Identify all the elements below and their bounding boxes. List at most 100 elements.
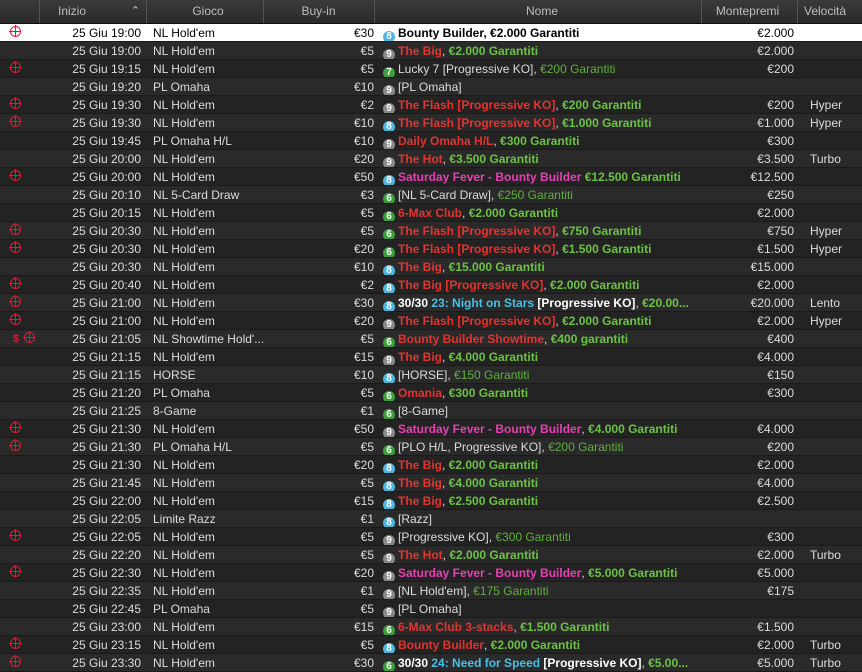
table-size-badge-icon: 8 xyxy=(383,481,395,491)
row-icon-cell xyxy=(0,582,40,599)
start-time: 25 Giu 20:30 xyxy=(72,260,141,274)
table-size-badge-icon: 9 xyxy=(383,355,395,365)
table-row[interactable]: 25 Giu 22:05 NL Hold'em €5 9 [Progressive KO… xyxy=(0,528,862,546)
table-row[interactable]: 25 Giu 20:30 NL Hold'em €20 6 The Flash [Pro… xyxy=(0,240,862,258)
table-row[interactable]: 25 Giu 21:15 NL Hold'em €15 9 The Big, €4.00… xyxy=(0,348,862,366)
table-size-badge-icon: 6 xyxy=(383,211,395,221)
prize-pool: €4.000 xyxy=(757,476,794,490)
prize-pool: €200 xyxy=(767,98,794,112)
table-size-badge-icon: 6 xyxy=(383,391,395,401)
row-icon-cell xyxy=(0,402,40,419)
prize-pool xyxy=(702,402,798,419)
game-type: NL Hold'em xyxy=(153,26,215,40)
tournament-name: 6 Bounty Builder Showtime, €400 garantiti xyxy=(375,330,702,347)
game-type: NL Hold'em xyxy=(153,476,215,490)
row-icon-cell xyxy=(0,240,40,257)
buyin-amount: €5 xyxy=(360,638,374,652)
table-row[interactable]: 25 Giu 20:30 NL Hold'em €10 8 The Big, €15.0… xyxy=(0,258,862,276)
start-time: 25 Giu 21:20 xyxy=(72,386,141,400)
table-row[interactable]: 25 Giu 21:25 8-Game €1 6 [8-Game] xyxy=(0,402,862,420)
start-time: 25 Giu 23:15 xyxy=(72,638,141,652)
tournament-name-part: €200 Garantiti xyxy=(562,98,642,112)
prize-pool: €5.000 xyxy=(757,656,794,670)
header-prize[interactable]: Montepremi xyxy=(702,0,798,23)
table-row[interactable]: 25 Giu 19:30 NL Hold'em €10 8 The Flash [Pro… xyxy=(0,114,862,132)
tournament-name-part: The Big xyxy=(398,260,442,274)
table-row[interactable]: 25 Giu 19:45 PL Omaha H/L €10 9 Daily Omaha … xyxy=(0,132,862,150)
table-row[interactable]: 25 Giu 22:45 PL Omaha €5 9 [PL Omaha] xyxy=(0,600,862,618)
speed-label: Hyper xyxy=(810,98,843,112)
tournament-name-part: , xyxy=(442,260,449,274)
table-row[interactable]: 25 Giu 22:30 NL Hold'em €20 9 Saturday Fever… xyxy=(0,564,862,582)
start-time: 25 Giu 21:30 xyxy=(72,440,141,454)
table-size-badge-icon: 9 xyxy=(383,49,395,59)
start-time: 25 Giu 21:00 xyxy=(72,296,141,310)
table-row[interactable]: 25 Giu 23:30 NL Hold'em €30 6 30/30 24: Need… xyxy=(0,654,862,672)
table-row[interactable]: 25 Giu 19:15 NL Hold'em €5 7 Lucky 7 [Progre… xyxy=(0,60,862,78)
table-row[interactable]: 25 Giu 21:00 NL Hold'em €30 8 30/30 23: Nigh… xyxy=(0,294,862,312)
tournament-name-part: €300 Garantiti xyxy=(495,530,571,544)
bounty-target-icon xyxy=(9,241,21,253)
table-row[interactable]: 25 Giu 23:15 NL Hold'em €5 8 Bounty Builder,… xyxy=(0,636,862,654)
table-row[interactable]: 25 Giu 19:00 NL Hold'em €5 9 The Big, €2.000… xyxy=(0,42,862,60)
bounty-target-icon xyxy=(23,331,35,343)
table-row[interactable]: 25 Giu 19:30 NL Hold'em €2 9 The Flash [Prog… xyxy=(0,96,862,114)
buyin-amount: €5 xyxy=(360,332,374,346)
prize-pool: €300 xyxy=(767,530,794,544)
table-row[interactable]: 25 Giu 21:00 NL Hold'em €20 9 The Flash [Pro… xyxy=(0,312,862,330)
table-row[interactable]: 25 Giu 20:00 NL Hold'em €20 9 The Hot, €3.50… xyxy=(0,150,862,168)
tournament-name-part: €2.000 Garantiti xyxy=(490,26,580,40)
table-row[interactable]: 25 Giu 22:35 NL Hold'em €1 9 [NL Hold'em], €… xyxy=(0,582,862,600)
start-time: 25 Giu 19:30 xyxy=(72,116,141,130)
header-name[interactable]: Nome xyxy=(375,0,702,23)
table-row[interactable]: 25 Giu 19:20 PL Omaha €10 9 [PL Omaha] xyxy=(0,78,862,96)
header-buyin[interactable]: Buy-in xyxy=(264,0,375,23)
table-row[interactable]: 25 Giu 20:40 NL Hold'em €2 8 The Big [Progre… xyxy=(0,276,862,294)
table-row[interactable]: 25 Giu 21:30 NL Hold'em €20 8 The Big, €2.00… xyxy=(0,456,862,474)
table-row[interactable]: 25 Giu 20:00 NL Hold'em €50 8 Saturday Fever… xyxy=(0,168,862,186)
tournament-name: 9 The Hot, €3.500 Garantiti xyxy=(375,150,702,167)
buyin-amount: €3 xyxy=(360,188,374,202)
header-start[interactable]: Inizio ⌃ xyxy=(40,0,147,23)
table-row[interactable]: 25 Giu 21:15 HORSE €10 8 [HORSE], €150 Garan… xyxy=(0,366,862,384)
header-icon-column[interactable] xyxy=(0,0,40,23)
table-row[interactable]: 25 Giu 23:00 NL Hold'em €15 6 6-Max Club 3-s… xyxy=(0,618,862,636)
speed-label xyxy=(798,60,862,77)
table-row[interactable]: 25 Giu 21:30 PL Omaha H/L €5 6 [PLO H/L, Pro… xyxy=(0,438,862,456)
tournament-name-part: Bounty Builder Showtime xyxy=(398,332,545,346)
table-row[interactable]: 25 Giu 19:00 NL Hold'em €30 8 Bounty Builder… xyxy=(0,24,862,42)
table-row[interactable]: 25 Giu 22:05 Limite Razz €1 8 [Razz] xyxy=(0,510,862,528)
tournament-name-part: €5.000 Garantiti xyxy=(588,566,678,580)
table-size-badge-icon: 8 xyxy=(383,121,395,131)
tournament-name-part: , xyxy=(442,458,449,472)
game-type: NL Hold'em xyxy=(153,44,215,58)
table-row[interactable]: $25 Giu 21:05 NL Showtime Hold'... €5 6 Boun… xyxy=(0,330,862,348)
header-speed[interactable]: Velocità xyxy=(798,0,862,23)
table-row[interactable]: 25 Giu 21:20 PL Omaha €5 6 Omania, €300 Gara… xyxy=(0,384,862,402)
tournament-name: 8 [Razz] xyxy=(375,510,702,527)
header-game[interactable]: Gioco xyxy=(147,0,264,23)
buyin-amount: €10 xyxy=(353,368,374,382)
row-icon-cell: $ xyxy=(0,330,40,347)
table-row[interactable]: 25 Giu 22:20 NL Hold'em €5 9 The Hot, €2.000… xyxy=(0,546,862,564)
table-row[interactable]: 25 Giu 21:30 NL Hold'em €50 9 Saturday Fever… xyxy=(0,420,862,438)
start-time: 25 Giu 19:00 xyxy=(72,26,141,40)
row-icon-cell xyxy=(0,24,40,41)
table-row[interactable]: 25 Giu 20:10 NL 5-Card Draw €3 6 [NL 5-Card … xyxy=(0,186,862,204)
prize-pool: €3.500 xyxy=(757,152,794,166)
start-time: 25 Giu 21:25 xyxy=(72,404,141,418)
buyin-amount: €10 xyxy=(353,260,374,274)
game-type: NL Hold'em xyxy=(153,458,215,472)
game-type: NL Hold'em xyxy=(153,620,215,634)
table-size-badge-icon: 6 xyxy=(383,337,395,347)
buyin-amount: €30 xyxy=(353,296,374,310)
start-time: 25 Giu 21:30 xyxy=(72,422,141,436)
tournament-name: 9 The Big, €4.000 Garantiti xyxy=(375,348,702,365)
buyin-amount: €20 xyxy=(353,242,374,256)
table-row[interactable]: 25 Giu 21:45 NL Hold'em €5 8 The Big, €4.000… xyxy=(0,474,862,492)
table-row[interactable]: 25 Giu 22:00 NL Hold'em €15 8 The Big, €2.50… xyxy=(0,492,862,510)
table-row[interactable]: 25 Giu 20:30 NL Hold'em €5 6 The Flash [Prog… xyxy=(0,222,862,240)
tournament-name: 8 30/30 23: Night on Stars [Progressive K… xyxy=(375,294,702,311)
table-row[interactable]: 25 Giu 20:15 NL Hold'em €5 6 6-Max Club, €2.… xyxy=(0,204,862,222)
tournament-name: 8 The Flash [Progressive KO], €1.000 Gara… xyxy=(375,114,702,131)
